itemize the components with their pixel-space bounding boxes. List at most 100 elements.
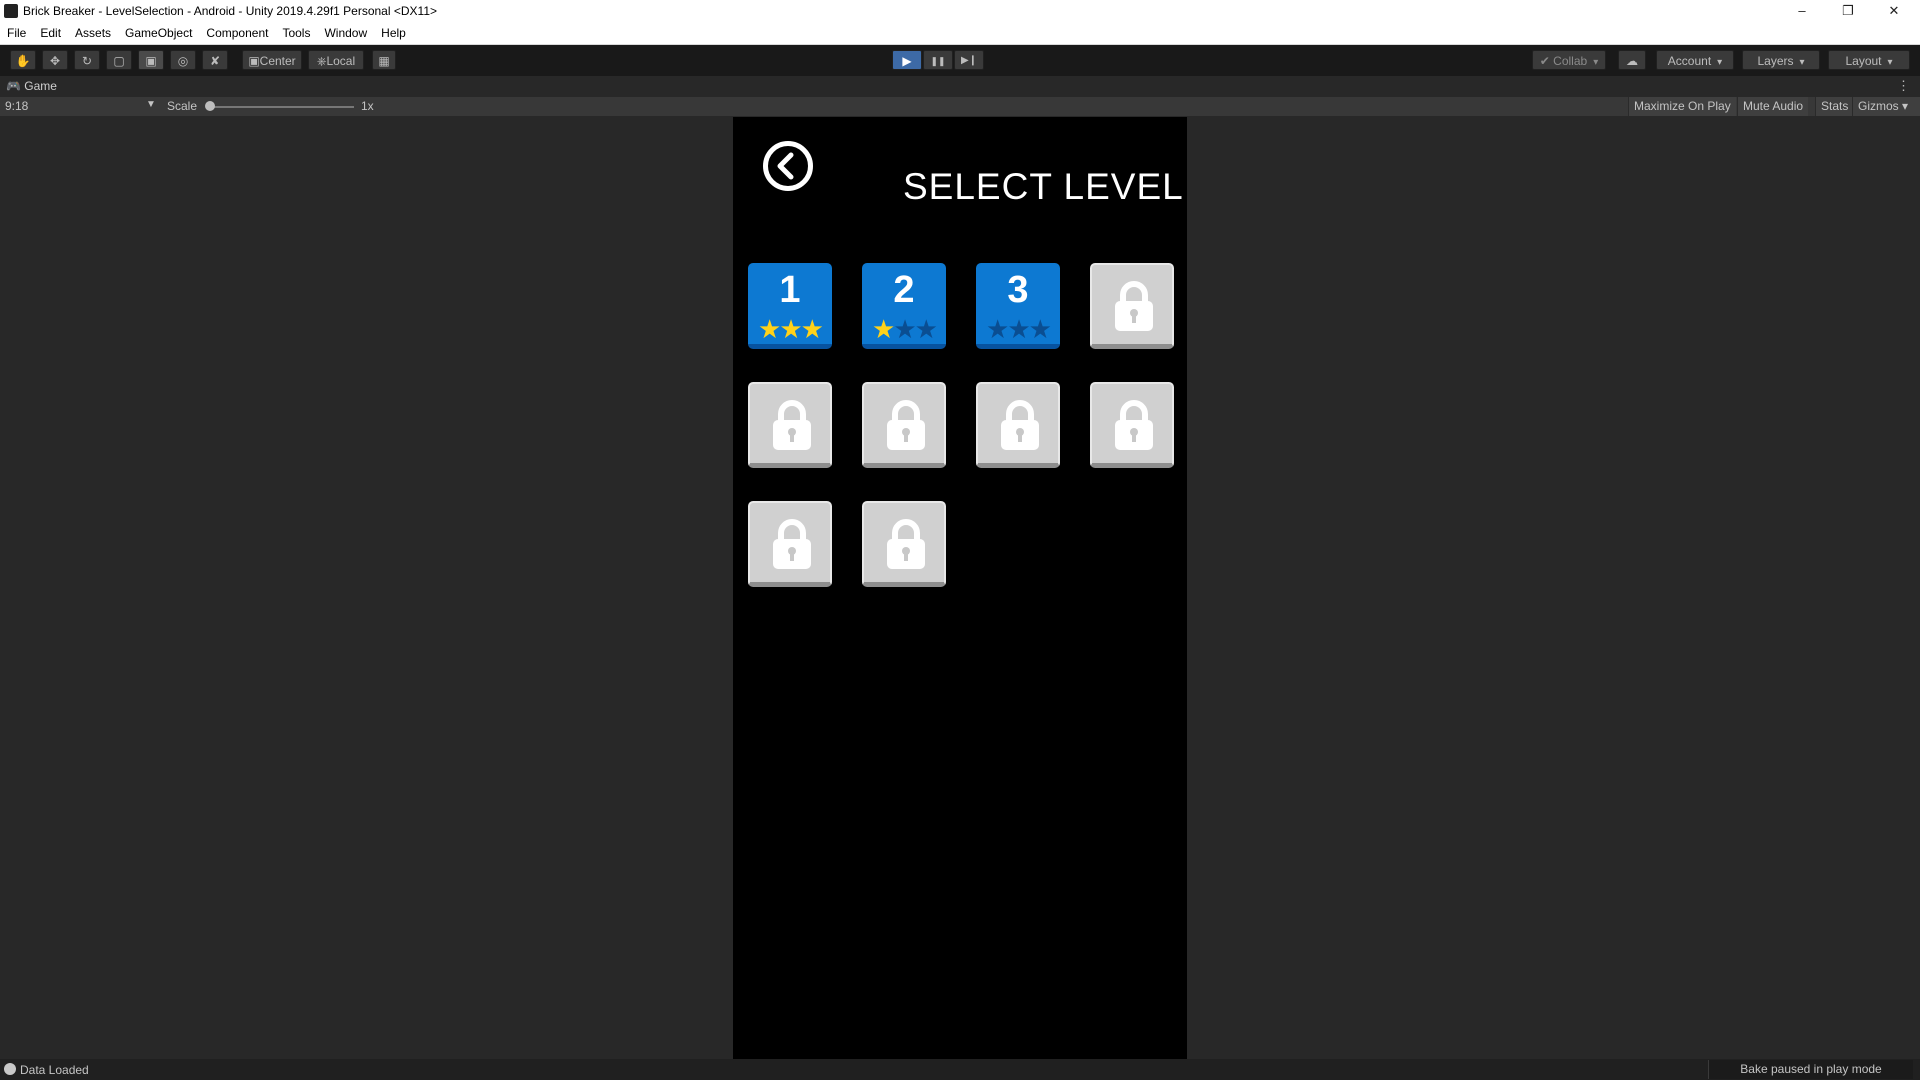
level-button-4[interactable] <box>1090 263 1174 349</box>
scale-slider-track[interactable] <box>210 106 354 108</box>
window-title: Brick Breaker - LevelSelection - Android… <box>23 4 437 18</box>
hand-tool-button[interactable]: ✋ <box>10 50 36 70</box>
menu-help[interactable]: Help <box>374 22 413 44</box>
star-empty-icon: ★ <box>914 314 938 344</box>
grid-icon: ▦ <box>378 54 390 68</box>
mute-audio-toggle[interactable]: Mute Audio <box>1737 97 1809 116</box>
level-button-2[interactable]: 2 ★★★ <box>862 263 946 349</box>
rotate-icon: ↻ <box>81 54 93 68</box>
gizmos-dropdown[interactable]: Gizmos ▾ <box>1852 97 1920 116</box>
pause-button[interactable]: ❚❚ <box>923 50 953 70</box>
bake-status: Bake paused in play mode <box>1708 1060 1913 1079</box>
game-view-toolbar: 9:18 ▼ Scale 1x Maximize On Play Mute Au… <box>0 97 1920 116</box>
level-button-9[interactable] <box>748 501 832 587</box>
pivot-label: Center <box>259 54 296 68</box>
layout-dropdown[interactable]: Layout <box>1828 50 1910 70</box>
level-number: 2 <box>893 269 915 311</box>
rotate-tool-button[interactable]: ↻ <box>74 50 100 70</box>
collab-check-icon: ✔ <box>1539 54 1550 68</box>
restore-button[interactable]: ❐ <box>1826 0 1870 22</box>
menu-tools[interactable]: Tools <box>275 22 317 44</box>
minimize-button[interactable]: – <box>1780 0 1824 22</box>
gamepad-icon: 🎮 <box>6 79 21 93</box>
level-button-10[interactable] <box>862 501 946 587</box>
space-label: Local <box>326 54 356 68</box>
lock-icon <box>1109 398 1159 457</box>
star-empty-icon: ★ <box>986 314 1009 344</box>
select-level-title: SELECT LEVEL <box>903 166 1184 207</box>
lock-icon <box>767 517 817 576</box>
lock-icon <box>881 398 931 457</box>
menu-edit[interactable]: Edit <box>33 22 68 44</box>
lock-icon <box>995 398 1045 457</box>
cloud-icon: ☁ <box>1626 54 1638 68</box>
star-filled-icon: ★ <box>872 314 895 344</box>
level-button-7[interactable] <box>976 382 1060 468</box>
move-tool-button[interactable]: ✥ <box>42 50 68 70</box>
menu-assets[interactable]: Assets <box>68 22 118 44</box>
game-panel-header: 🎮 Game ⋮ <box>0 76 1920 96</box>
star-filled-icon: ★ <box>779 314 802 344</box>
layers-label: Layers <box>1757 54 1794 68</box>
star-filled-icon: ★ <box>758 314 781 344</box>
scale-value: 1x <box>361 99 374 113</box>
account-dropdown[interactable]: Account <box>1656 50 1734 70</box>
maximize-on-play-toggle[interactable]: Maximize On Play <box>1628 97 1736 116</box>
step-button[interactable]: ▶❙ <box>954 50 984 70</box>
scale-label: Scale <box>167 99 198 113</box>
collab-dropdown[interactable]: ✔ Collab <box>1532 50 1606 70</box>
rect-icon: ▣ <box>145 54 157 68</box>
level-stars: ★★★ <box>862 314 946 344</box>
play-button[interactable]: ▶ <box>892 50 922 70</box>
title-bar: Brick Breaker - LevelSelection - Android… <box>0 0 1920 22</box>
star-empty-icon: ★ <box>1028 314 1052 344</box>
resolution-dropdown[interactable]: 9:18 <box>5 99 28 113</box>
panel-menu-icon[interactable]: ⋮ <box>1897 78 1910 94</box>
grid-snap-button[interactable]: ▦ <box>372 50 396 70</box>
back-button[interactable] <box>763 141 813 191</box>
pivot-icon: ▣ <box>248 54 260 68</box>
star-empty-icon: ★ <box>893 314 916 344</box>
chevron-left-icon <box>777 152 794 180</box>
level-stars: ★★★ <box>748 314 832 344</box>
layout-label: Layout <box>1845 54 1882 68</box>
menu-gameobject[interactable]: GameObject <box>118 22 199 44</box>
level-number: 3 <box>1007 269 1029 311</box>
level-button-8[interactable] <box>1090 382 1174 468</box>
close-button[interactable]: ✕ <box>1872 0 1916 22</box>
resolution-dropdown-arrow-icon[interactable]: ▼ <box>146 99 156 110</box>
layers-dropdown[interactable]: Layers <box>1742 50 1820 70</box>
space-toggle[interactable]: ⎈Local <box>308 50 364 70</box>
cloud-button[interactable]: ☁ <box>1618 50 1646 70</box>
transform-icon: ◎ <box>177 54 189 68</box>
level-button-5[interactable] <box>748 382 832 468</box>
hand-icon: ✋ <box>15 54 31 68</box>
main-toolbar: ✋ ✥ ↻ ▢ ▣ ◎ ✘ ▣Center ⎈Local ▦ ▶ ❚❚ ▶❙ ✔… <box>0 45 1920 76</box>
custom-tool-button[interactable]: ✘ <box>202 50 228 70</box>
level-button-1[interactable]: 1 ★★★ <box>748 263 832 349</box>
rect-tool-button[interactable]: ▣ <box>138 50 164 70</box>
move-icon: ✥ <box>49 54 61 68</box>
menu-bar: File Edit Assets GameObject Component Tools Wi… <box>0 22 1920 45</box>
status-bar: Data Loaded Bake paused in play mode <box>0 1059 1920 1080</box>
stats-toggle[interactable]: Stats <box>1815 97 1854 116</box>
local-space-icon: ⎈ <box>316 54 327 68</box>
transform-tool-button[interactable]: ◎ <box>170 50 196 70</box>
level-button-3[interactable]: 3 ★★★ <box>976 263 1060 349</box>
menu-component[interactable]: Component <box>199 22 275 44</box>
collab-label: Collab <box>1553 54 1588 68</box>
lock-icon <box>767 398 817 457</box>
level-button-6[interactable] <box>862 382 946 468</box>
menu-window[interactable]: Window <box>317 22 374 44</box>
account-label: Account <box>1667 54 1712 68</box>
star-filled-icon: ★ <box>800 314 824 344</box>
scale-tool-button[interactable]: ▢ <box>106 50 132 70</box>
level-number: 1 <box>779 269 801 311</box>
info-icon <box>4 1063 16 1075</box>
menu-file[interactable]: File <box>0 22 33 44</box>
pivot-toggle[interactable]: ▣Center <box>242 50 302 70</box>
lock-icon <box>1109 279 1159 338</box>
scale-slider-handle[interactable] <box>205 101 215 111</box>
tab-game[interactable]: 🎮 Game <box>6 79 57 93</box>
game-viewport[interactable]: SELECT LEVEL 1 ★★★ 2 ★★★ 3 ★★★ <box>733 117 1187 1059</box>
